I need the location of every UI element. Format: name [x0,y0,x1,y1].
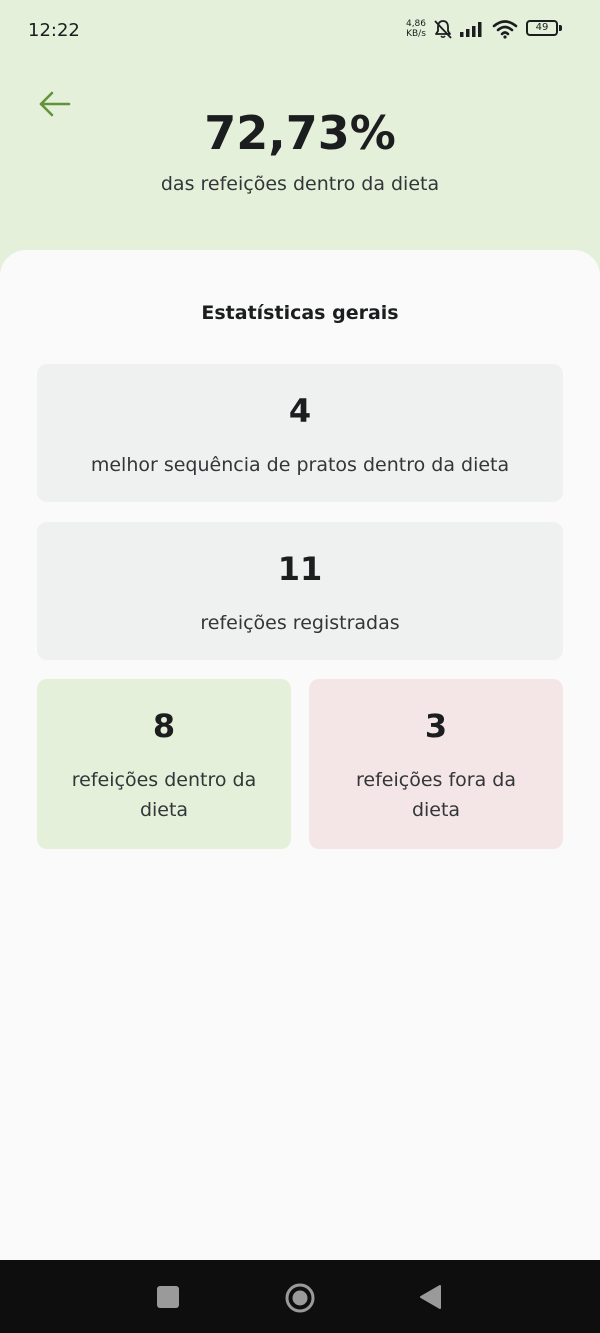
notifications-muted-icon [434,20,452,39]
cellular-signal-icon [460,22,482,37]
wifi-icon [492,20,518,39]
registered-meals-card: 11 refeições registradas [37,522,563,660]
diet-percentage-subtitle: das refeições dentro da dieta [160,173,440,195]
battery-level: 49 [535,22,549,33]
home-circle-icon[interactable] [284,1282,316,1314]
meals-within-diet-label: refeições dentro da dieta [71,769,257,821]
best-sequence-label: melhor sequência de pratos dentro da die… [90,454,510,476]
back-triangle-icon[interactable] [418,1284,442,1310]
status-time: 12:22 [28,20,80,41]
meals-outside-diet-value: 3 [424,707,448,745]
system-navigation-bar [0,1260,600,1333]
registered-meals-value: 11 [277,550,323,588]
recents-square-icon[interactable] [156,1285,180,1309]
network-speed: 4,86 KB/s [404,19,428,39]
network-speed-value: 4,86 [405,19,427,29]
battery-icon: 49 [526,20,558,36]
meals-outside-diet-card: 3 refeições fora da dieta [309,679,563,849]
statistics-panel: Estatísticas gerais 4 melhor sequência d… [0,250,600,1260]
network-speed-unit: KB/s [406,29,426,39]
meals-within-diet-card: 8 refeições dentro da dieta [37,679,291,849]
status-bar: 12:22 4,86 KB/s 49 [0,0,600,62]
section-title: Estatísticas gerais [201,302,399,324]
battery-tip [559,25,562,31]
diet-percentage: 72,73% [204,106,396,160]
best-sequence-card: 4 melhor sequência de pratos dentro da d… [37,364,563,502]
registered-meals-label: refeições registradas [200,612,400,634]
meals-within-diet-value: 8 [152,707,176,745]
meals-outside-diet-label: refeições fora da dieta [356,769,516,821]
best-sequence-value: 4 [288,392,312,430]
